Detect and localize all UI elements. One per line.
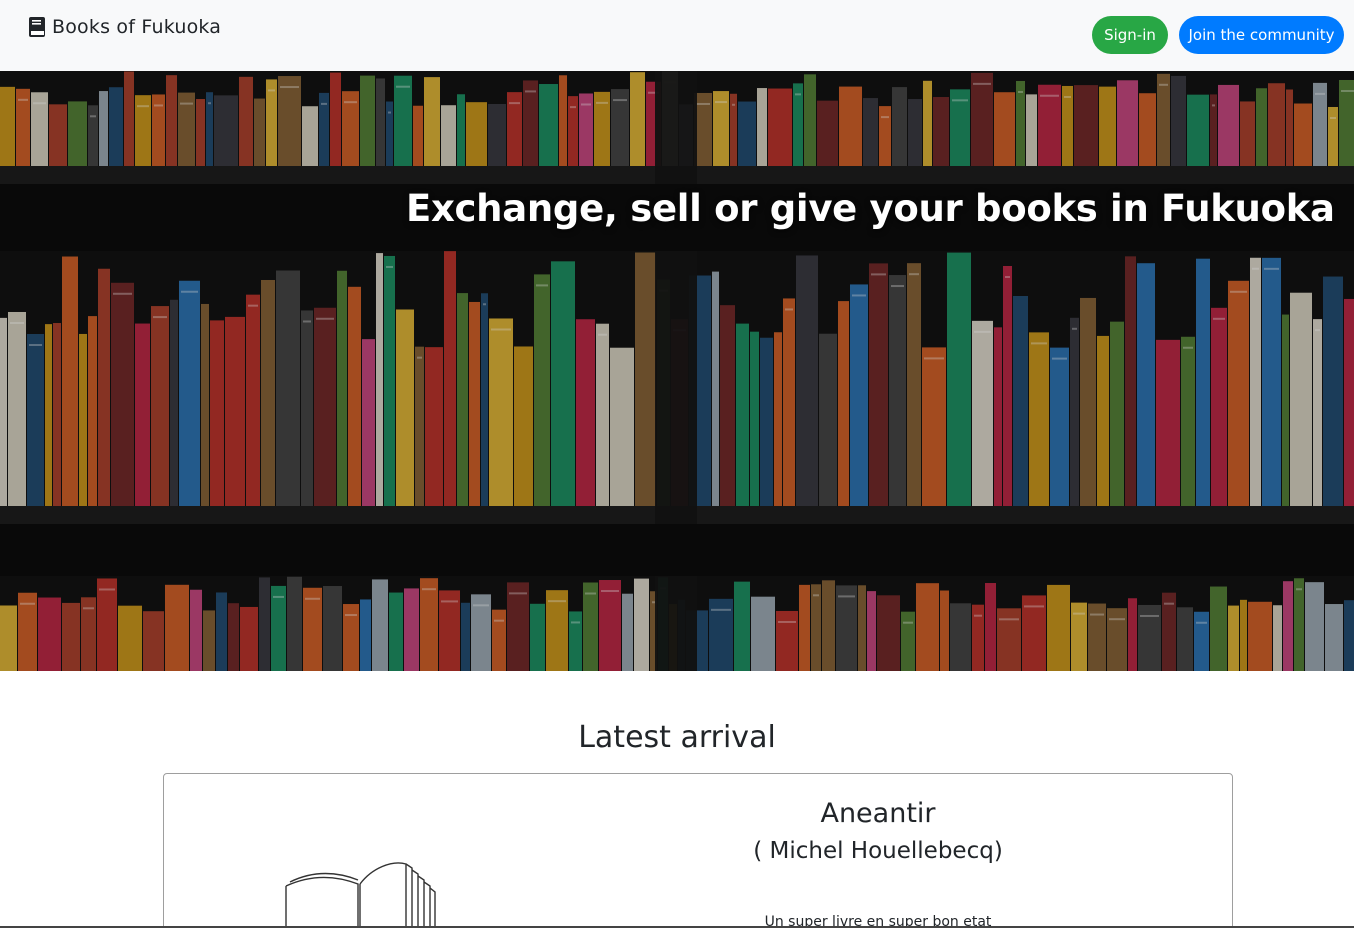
navbar: Books of Fukuoka Sign-in Join the commun…	[0, 0, 1354, 71]
sign-in-button[interactable]: Sign-in	[1092, 16, 1168, 54]
book-icon	[28, 16, 46, 38]
latest-arrival-heading: Latest arrival	[578, 720, 776, 755]
brand-name: Books of Fukuoka	[52, 16, 222, 38]
hero-title: Exchange, sell or give your books in Fuk…	[406, 187, 1335, 230]
hero-banner: Exchange, sell or give your books in Fuk…	[0, 71, 1354, 671]
book-author: ( Michel Houellebecq)	[753, 838, 1003, 864]
brand-link[interactable]: Books of Fukuoka	[28, 16, 221, 38]
open-book-icon	[285, 862, 436, 928]
book-card[interactable]	[163, 773, 1233, 928]
book-title[interactable]: Aneantir	[714, 798, 1042, 829]
join-community-button[interactable]: Join the community	[1179, 16, 1344, 54]
